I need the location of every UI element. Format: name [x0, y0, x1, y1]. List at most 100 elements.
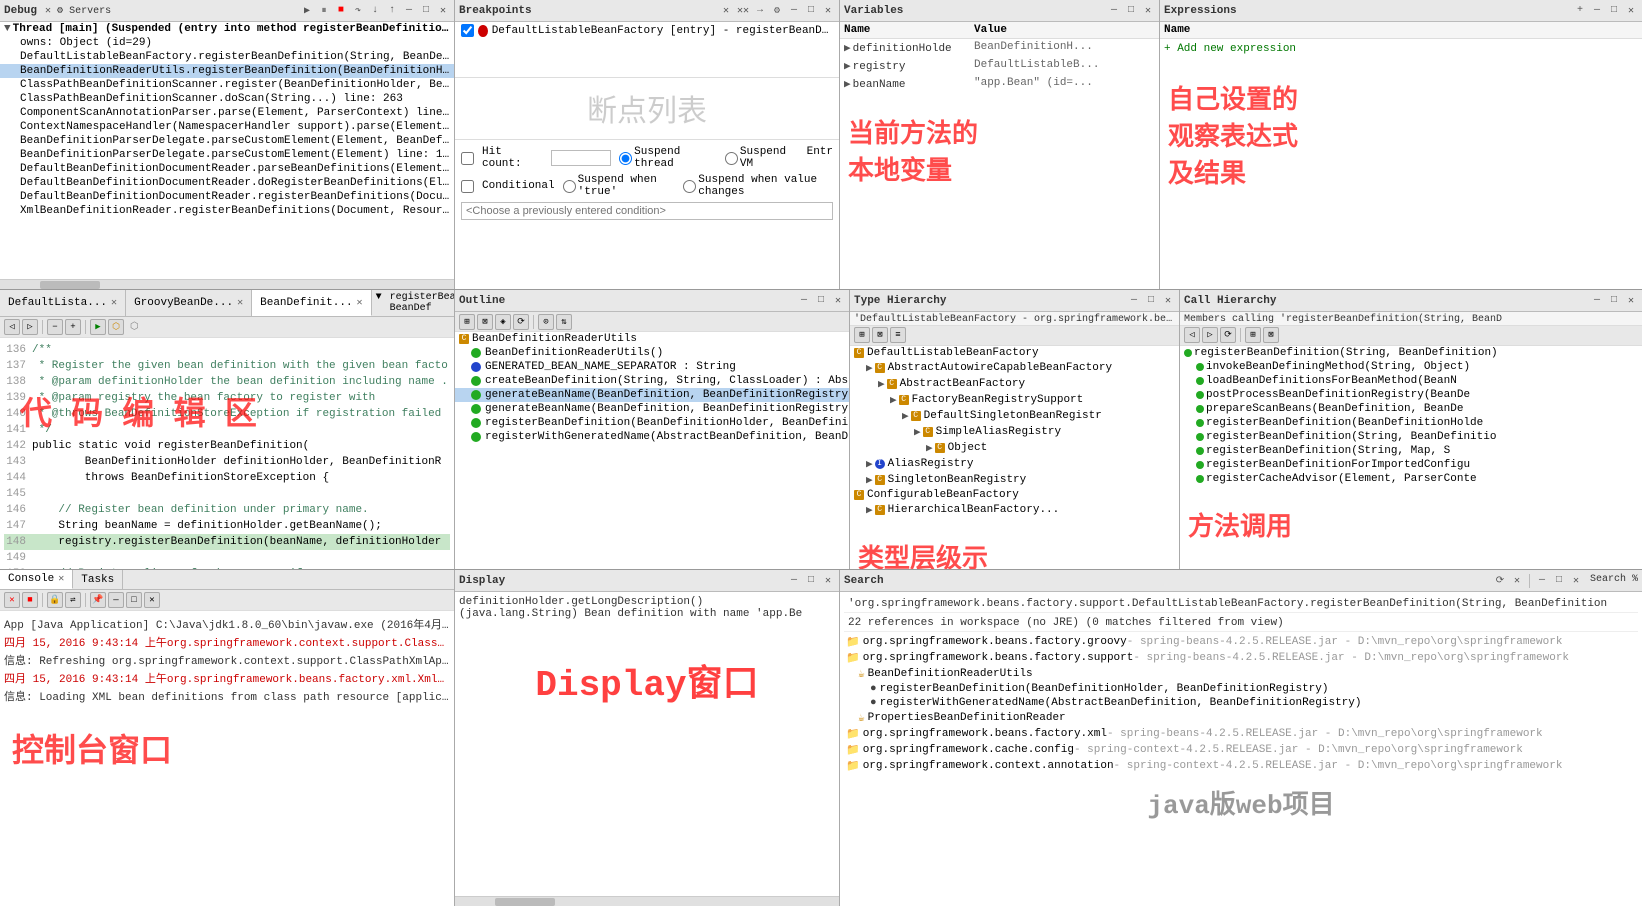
vars-maximize-icon[interactable]: □ [1124, 4, 1138, 18]
servers-tab[interactable]: ⚙ Servers [57, 5, 111, 17]
search-expand-icon[interactable]: □ [1552, 574, 1566, 588]
debug-item-13[interactable]: XmlBeanDefinitionReader.registerBeanDefi… [0, 204, 454, 218]
search-item-0[interactable]: 📁org.springframework.beans.factory.groov… [844, 634, 1638, 650]
bp-hitcount-checkbox[interactable] [461, 152, 474, 165]
debug-item-8[interactable]: BeanDefinitionParserDelegate.parseCustom… [0, 134, 454, 148]
console-maximize-btn[interactable]: □ [126, 592, 142, 608]
search-item-3[interactable]: ●registerBeanDefinition(BeanDefinitionHo… [844, 682, 1638, 696]
var-row-0[interactable]: ▶definitionHoldeBeanDefinitionH... [840, 39, 1159, 57]
display-minimize-icon[interactable]: — [787, 574, 801, 588]
vars-minimize-icon[interactable]: — [1107, 4, 1121, 18]
expr-add-icon[interactable]: + [1573, 4, 1587, 18]
outline-item-5[interactable]: generateBeanName(BeanDefinition, BeanDef… [455, 402, 849, 416]
search-close-icon[interactable]: ✕ [1569, 574, 1583, 588]
callh-item-3[interactable]: postProcessBeanDefinitionRegistry(BeanDe [1180, 388, 1642, 402]
outline-item-0[interactable]: CBeanDefinitionReaderUtils [455, 332, 849, 346]
debug-scrollbar-h[interactable] [0, 279, 454, 289]
debug-maximize-icon[interactable]: □ [419, 4, 433, 18]
debug-suspend-icon[interactable]: ⏸ [317, 4, 331, 18]
outline-btn1[interactable]: ⊞ [459, 314, 475, 330]
typeh-item-7[interactable]: ▶IAliasRegistry [850, 456, 1179, 472]
debug-item-10[interactable]: DefaultBeanDefinitionDocumentReader.pars… [0, 162, 454, 176]
var-row-1[interactable]: ▶registryDefaultListableB... [840, 57, 1159, 75]
callh-collapse-btn[interactable]: ⊞ [1245, 327, 1261, 343]
expr-maximize-icon[interactable]: □ [1607, 4, 1621, 18]
callh-item-9[interactable]: registerCacheAdvisor(Element, ParserCont… [1180, 472, 1642, 486]
console-tab[interactable]: Console ✕ [0, 570, 73, 589]
code-tab-2-close[interactable]: ✕ [357, 297, 363, 309]
bp-radio-true[interactable]: Suspend when 'true' [563, 174, 676, 198]
debug-stepinto-icon[interactable]: ↓ [368, 4, 382, 18]
outline-item-6[interactable]: registerBeanDefinition(BeanDefinitionHol… [455, 416, 849, 430]
callh-expand-btn[interactable]: ⊠ [1263, 327, 1279, 343]
outline-btn4[interactable]: ⟳ [513, 314, 529, 330]
debug-item-11[interactable]: DefaultBeanDefinitionDocumentReader.doRe… [0, 176, 454, 190]
outline-item-4[interactable]: generateBeanName(BeanDefinition, BeanDef… [455, 388, 849, 402]
console-pin-btn[interactable]: 📌 [90, 592, 106, 608]
search-item-6[interactable]: 📁org.springframework.beans.factory.xml -… [844, 726, 1638, 742]
typeh-close-icon[interactable]: ✕ [1161, 294, 1175, 308]
vars-close-icon[interactable]: ✕ [1141, 4, 1155, 18]
console-close-btn[interactable]: ✕ [144, 592, 160, 608]
typeh-item-1[interactable]: ▶CAbstractAutowireCapableBeanFactory [850, 360, 1179, 376]
callh-item-4[interactable]: prepareScanBeans(BeanDefinition, BeanDe [1180, 402, 1642, 416]
expr-add-button[interactable]: + Add new expression [1160, 39, 1642, 59]
callh-item-1[interactable]: invokeBeanDefiningMethod(String, Object) [1180, 360, 1642, 374]
outline-item-2[interactable]: GENERATED_BEAN_NAME_SEPARATOR : String [455, 360, 849, 374]
typeh-item-3[interactable]: ▶CFactoryBeanRegistrySupport [850, 392, 1179, 408]
code-collapse-btn[interactable]: − [47, 319, 63, 335]
console-scroll-lock-btn[interactable]: 🔒 [47, 592, 63, 608]
search-refresh-icon[interactable]: ⟳ [1493, 574, 1507, 588]
callh-minimize-icon[interactable]: — [1590, 294, 1604, 308]
outline-close-icon[interactable]: ✕ [831, 294, 845, 308]
code-tab-1[interactable]: GroovyBeanDe... ✕ [126, 290, 252, 316]
expr-minimize-icon[interactable]: — [1590, 4, 1604, 18]
console-stop-btn[interactable]: ■ [22, 592, 38, 608]
outline-hide-btn[interactable]: ⊙ [538, 314, 554, 330]
debug-minimize-icon[interactable]: — [402, 4, 416, 18]
debug-stop-icon[interactable]: ■ [334, 4, 348, 18]
debug-stepout-icon[interactable]: ↑ [385, 4, 399, 18]
callh-item-0[interactable]: registerBeanDefinition(String, BeanDefin… [1180, 346, 1642, 360]
debug-item-9[interactable]: BeanDefinitionParserDelegate.parseCustom… [0, 148, 454, 162]
code-editor[interactable]: 136/**137 * Register the given bean defi… [0, 338, 454, 569]
typeh-btn1[interactable]: ⊞ [854, 327, 870, 343]
bp-settings-icon[interactable]: ⚙ [770, 4, 784, 18]
search-cancel-icon[interactable]: ✕ [1510, 574, 1524, 588]
code-expand-btn[interactable]: + [65, 319, 81, 335]
code-debug-btn[interactable]: ⬡ [108, 319, 124, 335]
typeh-item-9[interactable]: CConfigurableBeanFactory [850, 488, 1179, 502]
callh-item-8[interactable]: registerBeanDefinitionForImportedConfigu [1180, 458, 1642, 472]
bp-condition-input[interactable] [461, 202, 833, 220]
bp-goto-icon[interactable]: → [753, 4, 767, 18]
callh-item-6[interactable]: registerBeanDefinition(String, BeanDefin… [1180, 430, 1642, 444]
callh-btn1[interactable]: ◁ [1184, 327, 1200, 343]
debug-item-6[interactable]: ComponentScanAnnotationParser.parse(Elem… [0, 106, 454, 120]
debug-item-5[interactable]: ClassPathBeanDefinitionScanner.doScan(St… [0, 92, 454, 106]
code-tab-0-close[interactable]: ✕ [111, 297, 117, 309]
code-tab-2[interactable]: BeanDefinit... ✕ [252, 290, 371, 316]
debug-item-4[interactable]: ClassPathBeanDefinitionScanner.register(… [0, 78, 454, 92]
search-item-7[interactable]: 📁org.springframework.cache.config - spri… [844, 742, 1638, 758]
search-item-1[interactable]: 📁org.springframework.beans.factory.suppo… [844, 650, 1638, 666]
search-item-2[interactable]: ☕BeanDefinitionReaderUtils [844, 666, 1638, 682]
tasks-tab[interactable]: Tasks [73, 570, 123, 589]
console-tab-close[interactable]: ✕ [58, 573, 64, 585]
display-scrollbar-h[interactable] [455, 896, 839, 906]
typeh-item-5[interactable]: ▶CSimpleAliasRegistry [850, 424, 1179, 440]
outline-item-7[interactable]: registerWithGeneratedName(AbstractBeanDe… [455, 430, 849, 444]
code-back-btn[interactable]: ◁ [4, 319, 20, 335]
bp-expand-icon[interactable]: □ [804, 4, 818, 18]
var-row-2[interactable]: ▶beanName"app.Bean" (id=... [840, 75, 1159, 93]
outline-item-3[interactable]: createBeanDefinition(String, String, Cla… [455, 374, 849, 388]
code-play-btn[interactable]: ▶ [90, 319, 106, 335]
debug-resume-icon[interactable]: ▶ [300, 4, 314, 18]
code-fwd-btn[interactable]: ▷ [22, 319, 38, 335]
bp-removeall-icon[interactable]: ✕✕ [736, 4, 750, 18]
display-maximize-icon[interactable]: □ [804, 574, 818, 588]
debug-item-3[interactable]: BeanDefinitionReaderUtils.registerBeanDe… [0, 64, 454, 78]
callh-btn2[interactable]: ▷ [1202, 327, 1218, 343]
breakpoint-item-0[interactable]: DefaultListableBeanFactory [entry] - reg… [455, 22, 839, 39]
bp-conditional-checkbox[interactable] [461, 180, 474, 193]
console-minimize-btn[interactable]: — [108, 592, 124, 608]
